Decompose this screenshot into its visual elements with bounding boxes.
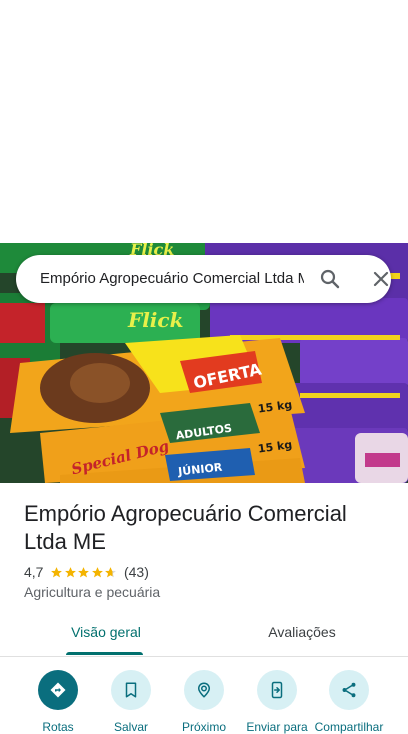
- place-title: Empório Agropecuário Comercial Ltda ME: [24, 501, 347, 554]
- share-label: Compartilhar: [314, 720, 384, 734]
- bookmark-icon: [125, 682, 137, 698]
- review-count: (43): [123, 564, 149, 580]
- send-to-phone-label: Enviar para: [246, 720, 308, 734]
- star-icon: [78, 566, 90, 577]
- tab-reviews[interactable]: Avaliações: [248, 612, 356, 652]
- directions-button-circle: [38, 670, 78, 710]
- map-blank-area: [0, 0, 408, 243]
- rating-value: 4,7: [24, 564, 44, 580]
- photo-text-flick-2: Flick: [127, 308, 183, 332]
- action-bar: Rotas Salvar Próximo Enviar para Compart…: [0, 656, 408, 734]
- rating-row[interactable]: 4,7 (43): [24, 563, 149, 581]
- search-icon[interactable]: [318, 267, 342, 291]
- share-button-circle: [329, 670, 369, 710]
- share-button[interactable]: Compartilhar: [313, 670, 385, 734]
- star-icon: [51, 566, 63, 577]
- tab-overview[interactable]: Visão geral: [52, 612, 160, 652]
- directions-label: Rotas: [42, 720, 74, 734]
- place-category: Agricultura e pecuária: [24, 584, 161, 600]
- star-half-icon: [105, 566, 117, 577]
- save-button-circle: [111, 670, 151, 710]
- nearby-button-circle: [184, 670, 224, 710]
- search-bar[interactable]: Empório Agropecuário Comercial Ltda ME: [16, 255, 391, 303]
- send-to-phone-button-circle: [257, 670, 297, 710]
- send-to-phone-button[interactable]: Enviar para: [241, 670, 313, 734]
- directions-button[interactable]: Rotas: [22, 670, 94, 734]
- place-tabs: Visão geral Avaliações: [0, 612, 408, 657]
- nearby-icon: [197, 682, 211, 698]
- save-label: Salvar: [113, 720, 148, 734]
- star-icon: [65, 566, 76, 577]
- share-icon: [342, 682, 356, 698]
- active-tab-indicator: [66, 652, 143, 655]
- close-icon[interactable]: [369, 267, 393, 291]
- star-rating: [50, 566, 118, 579]
- nearby-label: Próximo: [181, 720, 226, 734]
- nearby-button[interactable]: Próximo: [168, 670, 240, 734]
- search-input[interactable]: Empório Agropecuário Comercial Ltda ME: [40, 255, 304, 303]
- star-icon: [92, 566, 103, 577]
- send-to-phone-icon: [271, 681, 283, 699]
- directions-icon: [50, 682, 66, 698]
- save-button[interactable]: Salvar: [95, 670, 167, 734]
